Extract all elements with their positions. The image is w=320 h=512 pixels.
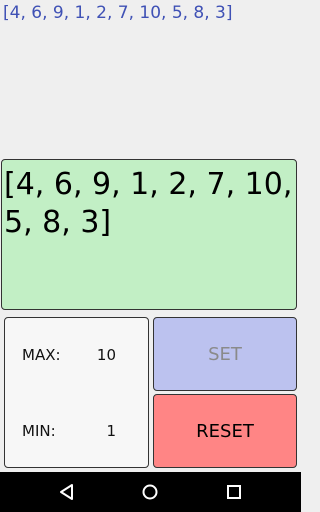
app-screen: [4, 6, 9, 1, 2, 7, 10, 5, 8, 3] [4, 6, 9…: [0, 0, 301, 512]
range-settings-panel: MAX: 10 MIN: 1: [4, 317, 149, 468]
back-icon[interactable]: [57, 482, 77, 502]
min-value[interactable]: 1: [106, 422, 116, 440]
list-header-text: [4, 6, 9, 1, 2, 7, 10, 5, 8, 3]: [3, 3, 233, 23]
reset-button[interactable]: RESET: [153, 394, 297, 468]
max-value[interactable]: 10: [97, 346, 116, 364]
set-button[interactable]: SET: [153, 317, 297, 391]
list-display: [4, 6, 9, 1, 2, 7, 10, 5, 8, 3]: [1, 159, 297, 310]
min-label: MIN:: [22, 422, 56, 440]
recent-apps-icon[interactable]: [224, 482, 244, 502]
system-navigation-bar: [0, 472, 301, 512]
home-icon[interactable]: [140, 482, 160, 502]
max-label: MAX:: [22, 346, 61, 364]
